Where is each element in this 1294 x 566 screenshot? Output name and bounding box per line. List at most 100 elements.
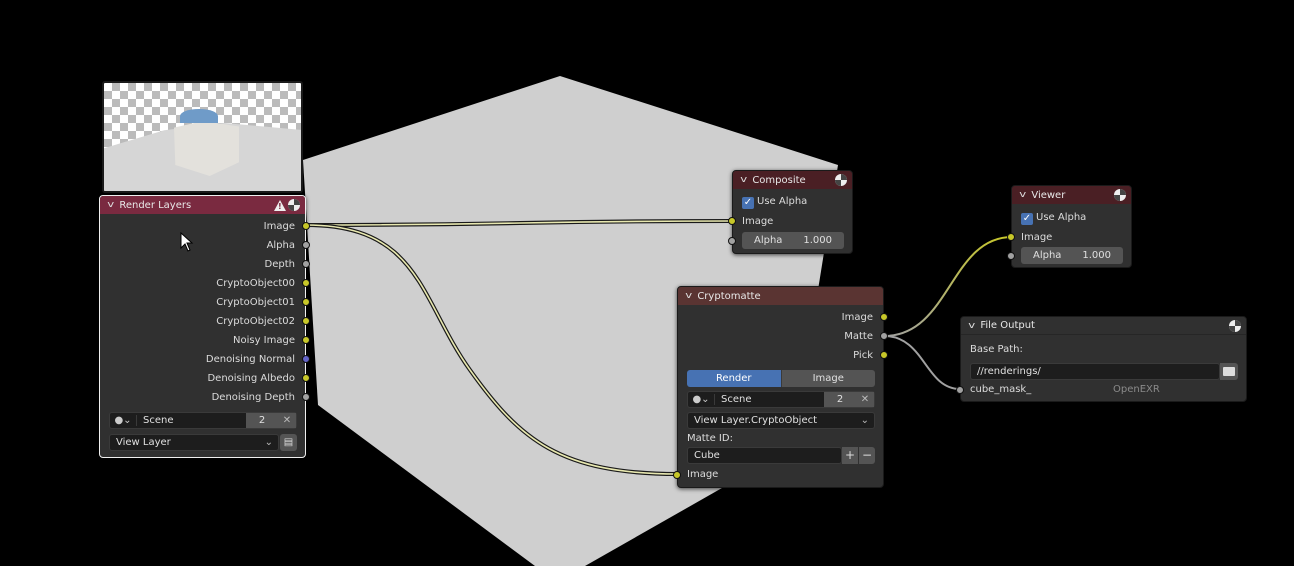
cryptomatte-header[interactable]: v Cryptomatte [678,287,883,305]
render-icon[interactable] [1229,320,1241,332]
file-output-node[interactable]: v File Output Base Path: //renderings/ c… [956,316,1247,402]
node-title: Composite [752,174,806,186]
scene-selector[interactable]: ●⌄ Scene 2 ✕ [687,391,875,408]
output-socket[interactable] [880,351,888,359]
output-label: Denoising Albedo [207,373,295,384]
use-alpha-checkbox[interactable]: ✓ [742,197,754,209]
alpha-label: Alpha [1033,250,1062,261]
output-label: Denoising Depth [211,392,295,403]
node-title: Cryptomatte [697,290,761,302]
render-layers-header[interactable]: v Render Layers ! [100,196,305,214]
image-input-label: Image [687,469,719,480]
scene-user-count[interactable]: 2 [246,413,278,428]
scene-user-count[interactable]: 2 [824,392,856,407]
output-socket[interactable] [302,374,310,382]
cube-mask-format: OpenEXR [1113,384,1160,395]
alpha-value: 1.000 [1082,250,1111,261]
output-socket[interactable] [302,317,310,325]
matte-id-input[interactable]: Cube [687,447,842,464]
output-label: Image [841,312,873,323]
output-socket[interactable] [302,298,310,306]
alpha-field[interactable]: Alpha 1.000 [1021,247,1123,264]
collapse-chevron-icon[interactable]: v [968,321,975,331]
output-socket[interactable] [302,222,310,230]
cube-mask-input-label: cube_mask_ [970,384,1032,395]
output-socket[interactable] [302,336,310,344]
output-label: Image [263,221,295,232]
image-input-label: Image [1021,232,1053,243]
viewer-header[interactable]: v Viewer [1012,186,1131,204]
image-input-socket[interactable] [673,471,681,479]
image-input-socket[interactable] [1007,233,1015,241]
output-label: CryptoObject01 [216,297,295,308]
image-input-socket[interactable] [728,217,736,225]
collapse-chevron-icon[interactable]: v [107,200,114,210]
image-input-label: Image [742,216,774,227]
use-alpha-label: Use Alpha [1036,212,1087,223]
scene-name[interactable]: Scene [137,415,246,426]
folder-browse-button[interactable] [1220,363,1238,380]
output-socket[interactable] [880,313,888,321]
use-alpha-checkbox[interactable]: ✓ [1021,213,1033,225]
collapse-chevron-icon[interactable]: v [740,175,747,185]
scene-selector[interactable]: ●⌄ Scene 2 ✕ [109,412,297,429]
output-socket[interactable] [880,332,888,340]
output-label: CryptoObject02 [216,316,295,327]
scene-clear-button[interactable]: ✕ [278,413,296,428]
preview-blue-object [180,109,218,123]
matte-add-button[interactable]: + [842,447,858,464]
view-layer-value: View Layer [116,437,171,448]
render-icon[interactable] [288,199,300,211]
scene-name[interactable]: Scene [715,394,824,405]
matte-id-label: Matte ID: [687,433,733,444]
output-socket[interactable] [302,393,310,401]
layer-value: View Layer.CryptoObject [694,415,818,426]
node-title: Viewer [1031,189,1066,201]
view-layer-dropdown[interactable]: View Layer ⌄ [109,434,279,451]
render-icon[interactable] [835,174,847,186]
scene-browse-icon[interactable]: ●⌄ [688,394,715,405]
source-tabs: Render Image [687,370,875,387]
base-path-input[interactable]: //renderings/ [970,363,1220,380]
folder-icon [1223,367,1235,376]
output-socket[interactable] [302,355,310,363]
warning-icon: ! [274,199,286,211]
render-view-layer-button[interactable]: ▤ [280,434,297,451]
render-preview-thumbnail [102,81,303,193]
output-label: Matte [844,331,873,342]
cryptomatte-node[interactable]: v Cryptomatte Render Image ●⌄ Scene 2 ✕ … [673,286,888,488]
scene-browse-icon[interactable]: ●⌄ [110,415,137,426]
node-title: File Output [980,320,1035,331]
collapse-chevron-icon[interactable]: v [1019,190,1026,200]
cube-mask-input-socket[interactable] [956,386,964,394]
alpha-field[interactable]: Alpha 1.000 [742,232,844,249]
composite-node[interactable]: v Composite ✓ Use Alpha Image Alpha 1.00… [728,170,853,254]
output-socket[interactable] [302,241,310,249]
alpha-input-socket[interactable] [1007,252,1015,260]
output-socket[interactable] [302,260,310,268]
render-layers-node[interactable]: v Render Layers ! ●⌄ Scene 2 ✕ View Laye… [99,195,310,458]
render-icon[interactable] [1114,189,1126,201]
matte-id-value: Cube [694,450,720,461]
alpha-input-socket[interactable] [728,237,736,245]
output-label: Pick [853,350,873,361]
alpha-label: Alpha [754,235,783,246]
cryptomatte-layer-dropdown[interactable]: View Layer.CryptoObject ⌄ [687,412,875,429]
tab-render[interactable]: Render [687,370,781,387]
use-alpha-label: Use Alpha [757,196,808,207]
base-path-label: Base Path: [970,344,1023,355]
composite-header[interactable]: v Composite [733,171,852,189]
output-label: Depth [264,259,295,270]
output-label: CryptoObject00 [216,278,295,289]
matte-remove-button[interactable]: − [859,447,875,464]
tab-image[interactable]: Image [780,370,875,387]
mouse-cursor-icon [180,232,194,252]
viewer-node[interactable]: v Viewer ✓ Use Alpha Image Alpha 1.000 [1007,185,1132,268]
file-output-header[interactable]: v File Output [961,317,1246,335]
node-title: Render Layers [119,199,192,211]
output-socket[interactable] [302,279,310,287]
collapse-chevron-icon[interactable]: v [685,291,692,301]
base-path-value: //renderings/ [977,366,1041,377]
output-label: Denoising Normal [205,354,295,365]
scene-clear-button[interactable]: ✕ [856,392,874,407]
